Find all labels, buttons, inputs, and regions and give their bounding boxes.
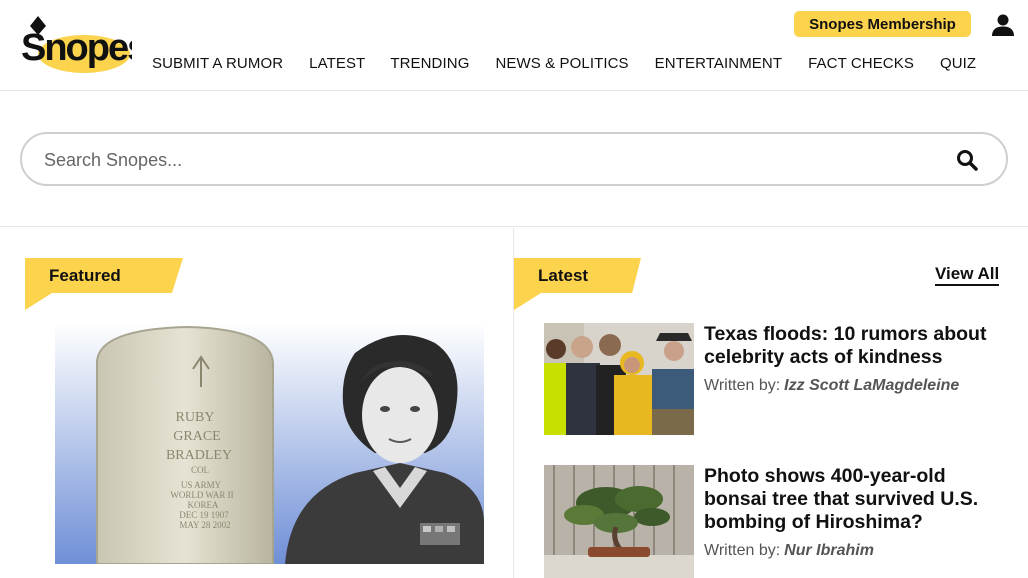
nav-news-politics[interactable]: NEWS & POLITICS (495, 55, 628, 72)
featured-image[interactable]: RUBY GRACE BRADLEY COL US ARMY WORLD WAR… (55, 323, 484, 564)
article-byline: Written by: Nur Ibrahim (704, 542, 874, 560)
latest-label: Latest (514, 258, 641, 310)
membership-button[interactable]: Snopes Membership (794, 11, 971, 37)
view-all-link[interactable]: View All (935, 264, 1000, 286)
featured-banner-fold (25, 293, 52, 310)
article-title[interactable]: Texas floods: 10 rumors about celebrity … (704, 323, 1004, 369)
main-nav: SUBMIT A RUMOR LATEST TRENDING NEWS & PO… (152, 55, 976, 72)
search-input[interactable] (44, 146, 904, 174)
nav-entertainment[interactable]: ENTERTAINMENT (655, 55, 782, 72)
search-bar (20, 132, 1008, 186)
search-section (0, 91, 1028, 227)
svg-text:Snopes: Snopes (21, 27, 132, 69)
snopes-logo[interactable]: Snopes (20, 16, 132, 76)
written-by-label: Written by: (704, 377, 781, 394)
article-card[interactable]: Photo shows 400-year-old bonsai tree tha… (544, 465, 1014, 578)
headstone-line: GRACE (173, 429, 220, 444)
article-card[interactable]: Texas floods: 10 rumors about celebrity … (544, 323, 1014, 435)
headstone-line: WORLD WAR II (170, 490, 233, 500)
written-by-label: Written by: (704, 542, 781, 559)
article-thumbnail[interactable] (544, 323, 694, 435)
headstone-line: RUBY (176, 410, 215, 425)
article-author[interactable]: Nur Ibrahim (784, 542, 874, 559)
headstone-line: KOREA (188, 500, 219, 510)
article-author[interactable]: Izz Scott LaMagdeleine (784, 377, 959, 394)
nav-trending[interactable]: TRENDING (390, 55, 469, 72)
latest-banner-fold (514, 293, 541, 310)
headstone-line: US ARMY (181, 480, 222, 490)
nav-fact-checks[interactable]: FACT CHECKS (808, 55, 914, 72)
article-byline: Written by: Izz Scott LaMagdeleine (704, 377, 959, 395)
nav-latest[interactable]: LATEST (309, 55, 365, 72)
headstone-line: MAY 28 2002 (179, 520, 230, 530)
site-header: Snopes SUBMIT A RUMOR LATEST TRENDING NE… (0, 0, 1028, 91)
nav-submit-rumor[interactable]: SUBMIT A RUMOR (152, 55, 283, 72)
featured-heading: Featured (49, 266, 121, 285)
headstone-line: COL (191, 465, 209, 475)
latest-heading: Latest (538, 266, 589, 285)
featured-label: Featured (25, 258, 183, 310)
search-icon[interactable] (956, 149, 978, 171)
nav-quiz[interactable]: QUIZ (940, 55, 976, 72)
user-icon[interactable] (991, 14, 1015, 36)
headstone-line: DEC 19 1907 (179, 510, 229, 520)
headstone-line: BRADLEY (166, 448, 232, 463)
article-thumbnail[interactable] (544, 465, 694, 578)
article-title[interactable]: Photo shows 400-year-old bonsai tree tha… (704, 465, 1004, 534)
